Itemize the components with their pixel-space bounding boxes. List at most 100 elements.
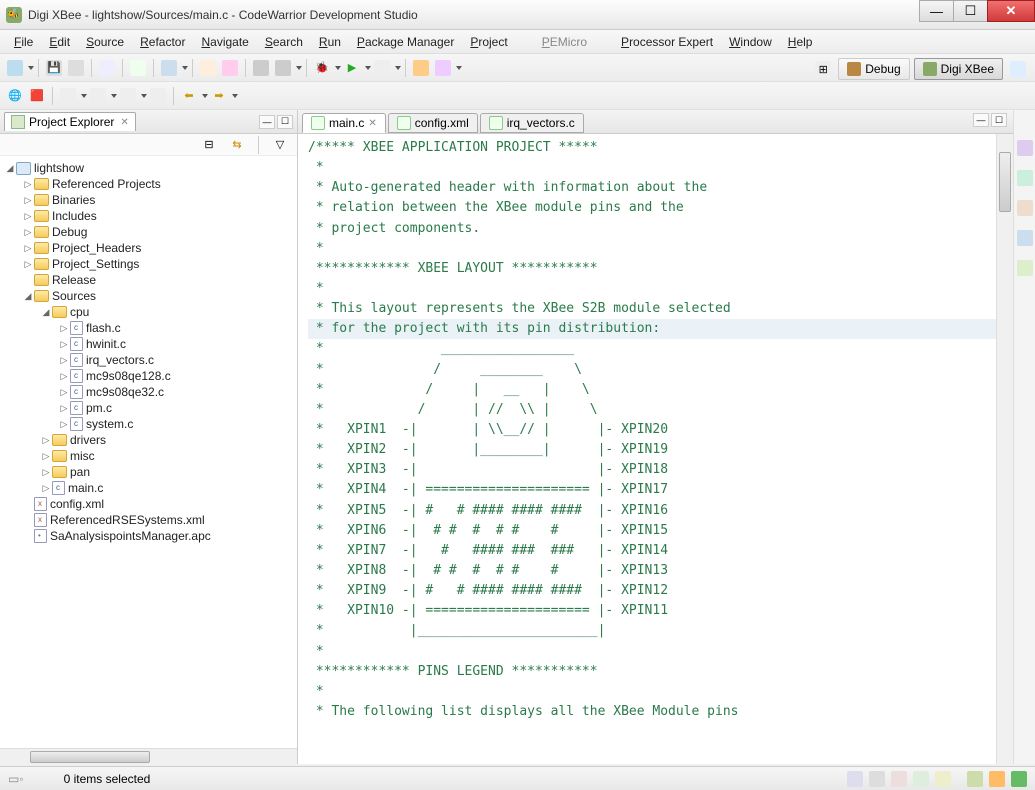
menu-navigate[interactable]: Navigate — [193, 33, 256, 51]
external-icon[interactable] — [374, 60, 390, 76]
tree-item[interactable]: Release — [0, 272, 297, 288]
editor-tab[interactable]: irq_vectors.c — [480, 113, 584, 133]
tree-item[interactable]: ▷irq_vectors.c — [0, 352, 297, 368]
dropdown-icon[interactable] — [456, 66, 462, 70]
expand-icon[interactable]: ▷ — [40, 451, 52, 462]
code-line[interactable]: * / | // \\ | \ — [308, 402, 598, 417]
tree-item[interactable]: ▷Project_Settings — [0, 256, 297, 272]
scrollbar-thumb[interactable] — [30, 751, 150, 763]
wrench-icon[interactable] — [253, 60, 269, 76]
properties-icon[interactable] — [913, 771, 929, 787]
code-line[interactable]: * — [308, 160, 324, 175]
save-icon[interactable]: 💾 — [46, 60, 62, 76]
close-tab-icon[interactable]: ✕ — [120, 117, 128, 128]
tree-item[interactable]: ▷main.c — [0, 480, 297, 496]
tree-item[interactable]: ▷system.c — [0, 416, 297, 432]
code-line[interactable]: * XPIN10 -| ===================== |- XPI… — [308, 603, 668, 618]
maximize-button[interactable]: ☐ — [953, 0, 988, 22]
editor-tab[interactable]: main.c✕ — [302, 113, 386, 133]
code-line[interactable]: ************ XBEE LAYOUT *********** — [308, 261, 598, 276]
code-line[interactable]: * XPIN2 -| |________| |- XPIN19 — [308, 442, 668, 457]
menu-pemicro[interactable]: PEMicro — [534, 33, 595, 51]
debug-icon[interactable]: 🐞 — [314, 60, 330, 76]
expand-icon[interactable]: ▷ — [22, 179, 34, 190]
tree-item[interactable]: ◢Sources — [0, 288, 297, 304]
collapse-all-icon[interactable]: ⊟ — [201, 137, 217, 153]
tree-item[interactable]: ▷pan — [0, 464, 297, 480]
menu-search[interactable]: Search — [257, 33, 311, 51]
code-line[interactable]: * / ________ \ — [308, 362, 582, 377]
editor-tab[interactable]: config.xml — [388, 113, 478, 133]
expand-icon[interactable]: ▷ — [22, 243, 34, 254]
menu-package-manager[interactable]: Package Manager — [349, 33, 462, 51]
task-icon[interactable] — [435, 60, 451, 76]
project-tree[interactable]: ◢ lightshow ▷Referenced Projects▷Binarie… — [0, 156, 297, 748]
code-line[interactable]: * XPIN3 -| |- XPIN18 — [308, 462, 668, 477]
make-target-icon[interactable] — [1017, 170, 1033, 186]
tree-item[interactable]: ReferencedRSESystems.xml — [0, 512, 297, 528]
tree-item[interactable]: ▷Project_Headers — [0, 240, 297, 256]
code-line[interactable]: * for the project with its pin distribut… — [308, 319, 1003, 339]
print-icon[interactable] — [99, 60, 115, 76]
code-line[interactable]: * XPIN5 -| # # #### #### #### |- XPIN16 — [308, 503, 668, 518]
home-icon[interactable]: 🌐 — [7, 88, 23, 104]
close-button[interactable]: ✕ — [987, 0, 1035, 22]
scrollbar-thumb[interactable] — [999, 152, 1011, 212]
tree-item[interactable]: SaAnalysispointsManager.apc — [0, 528, 297, 544]
tree-item[interactable]: ▷mc9s08qe128.c — [0, 368, 297, 384]
expand-icon[interactable]: ▷ — [58, 387, 70, 398]
code-line[interactable]: * _________________ — [308, 341, 574, 356]
code-line[interactable]: * XPIN8 -| # # # # # # |- XPIN13 — [308, 563, 668, 578]
dropdown-icon[interactable] — [202, 94, 208, 98]
save-all-icon[interactable] — [68, 60, 84, 76]
run-icon[interactable]: ▶ — [344, 60, 360, 76]
code-line[interactable]: * XPIN9 -| # # #### #### #### |- XPIN12 — [308, 583, 668, 598]
expand-icon[interactable]: ◢ — [40, 307, 52, 318]
expand-icon[interactable]: ▷ — [40, 467, 52, 478]
menu-refactor[interactable]: Refactor — [132, 33, 193, 51]
perspective-debug[interactable]: Debug — [838, 58, 909, 80]
view-menu-icon[interactable]: ▽ — [272, 137, 288, 153]
code-content[interactable]: /***** XBEE APPLICATION PROJECT ***** * … — [308, 138, 1003, 722]
console-icon[interactable] — [891, 771, 907, 787]
tasks-icon[interactable] — [869, 771, 885, 787]
vertical-scrollbar[interactable] — [996, 134, 1013, 764]
heap-icon[interactable] — [1011, 771, 1027, 787]
new-dropdown-icon[interactable] — [28, 66, 34, 70]
code-line[interactable]: * — [308, 281, 324, 296]
link-editor-icon[interactable]: ⇆ — [229, 137, 245, 153]
workspace-icon[interactable] — [989, 771, 1005, 787]
code-editor[interactable]: /***** XBEE APPLICATION PROJECT ***** * … — [298, 134, 1013, 764]
expand-icon[interactable]: ▷ — [22, 227, 34, 238]
code-line[interactable]: * XPIN1 -| | \\__// | |- XPIN20 — [308, 422, 668, 437]
expand-icon[interactable]: ▷ — [40, 483, 52, 494]
maximize-editor-icon[interactable]: ☐ — [991, 113, 1007, 127]
expand-icon[interactable]: ▷ — [22, 259, 34, 270]
expand-icon[interactable]: ◢ — [22, 291, 34, 302]
tree-item[interactable]: ▷Referenced Projects — [0, 176, 297, 192]
close-tab-icon[interactable]: ✕ — [368, 118, 376, 129]
minimize-button[interactable]: — — [919, 0, 954, 22]
menu-project[interactable]: Project — [462, 33, 515, 51]
dropdown-icon[interactable] — [111, 94, 117, 98]
dropdown-icon[interactable] — [365, 66, 371, 70]
task-list-icon[interactable] — [1017, 230, 1033, 246]
nav-icon[interactable] — [90, 88, 106, 104]
minimize-view-icon[interactable]: — — [259, 115, 275, 129]
project-root[interactable]: ◢ lightshow — [0, 160, 297, 176]
code-line[interactable]: * Auto-generated header with information… — [308, 180, 707, 195]
build-icon[interactable] — [130, 60, 146, 76]
menu-source[interactable]: Source — [78, 33, 132, 51]
tree-item[interactable]: ▷mc9s08qe32.c — [0, 384, 297, 400]
menu-help[interactable]: Help — [780, 33, 821, 51]
prefs-icon[interactable] — [200, 60, 216, 76]
code-line[interactable]: * — [308, 644, 324, 659]
project-icon[interactable] — [222, 60, 238, 76]
expand-icon[interactable]: ▷ — [22, 211, 34, 222]
dropdown-icon[interactable] — [182, 66, 188, 70]
tree-item[interactable]: ▷flash.c — [0, 320, 297, 336]
menu-window[interactable]: Window — [721, 33, 780, 51]
expand-icon[interactable]: ▷ — [40, 435, 52, 446]
forward-icon[interactable]: ➡ — [211, 88, 227, 104]
code-line[interactable]: * XPIN4 -| ===================== |- XPIN… — [308, 482, 668, 497]
